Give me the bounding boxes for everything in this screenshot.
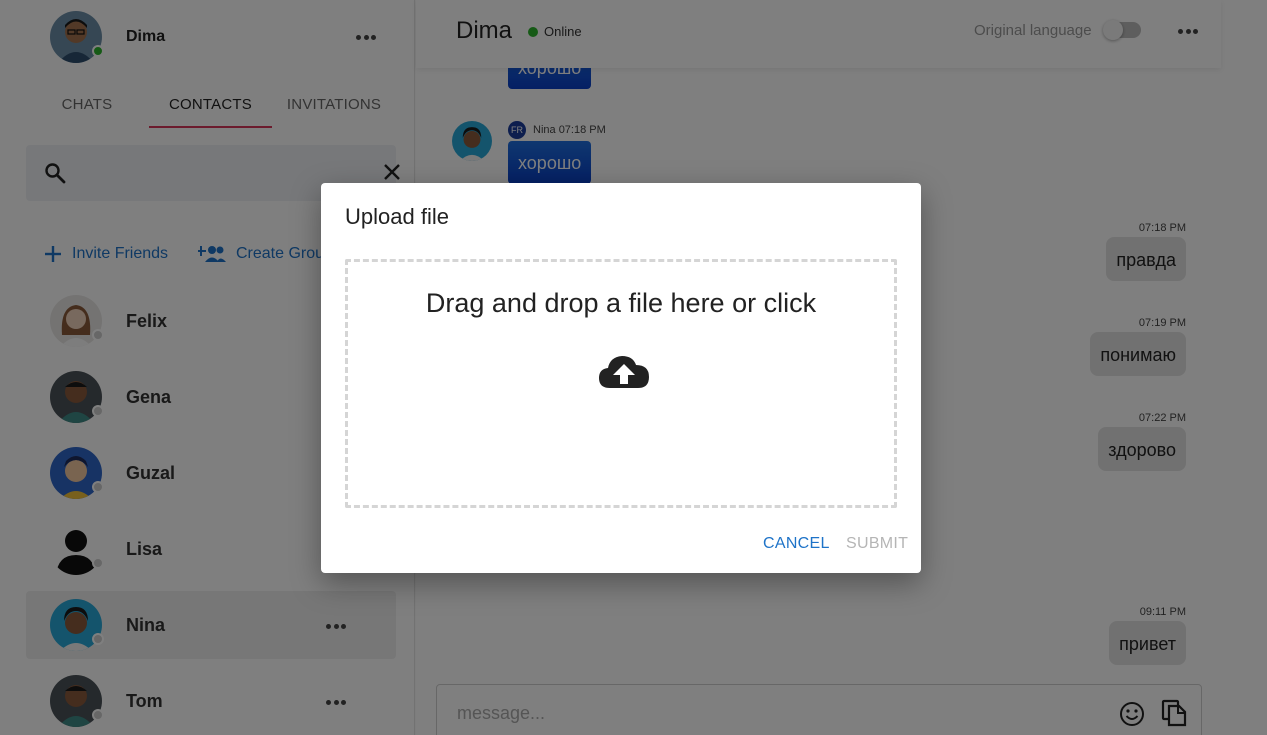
cloud-upload-icon — [598, 354, 650, 395]
dropzone-text: Drag and drop a file here or click — [425, 288, 817, 318]
upload-file-dialog: Upload file Drag and drop a file here or… — [321, 183, 921, 573]
cancel-button[interactable]: CANCEL — [763, 535, 830, 553]
dialog-title: Upload file — [345, 204, 449, 229]
submit-button[interactable]: SUBMIT — [846, 535, 908, 553]
file-dropzone[interactable]: Drag and drop a file here or click — [345, 259, 897, 508]
